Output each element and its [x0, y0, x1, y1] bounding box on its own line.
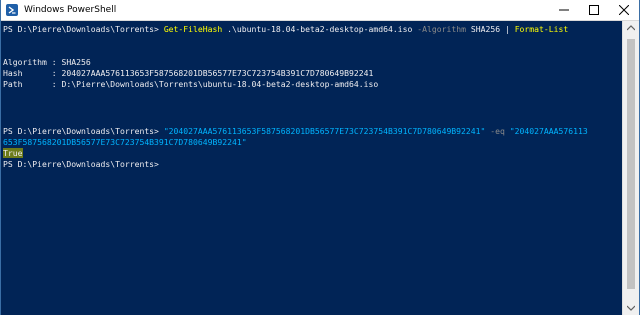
output-hash: Hash : 204027AAA576113653F587568201DB565…: [3, 68, 374, 78]
prompt: PS D:\Pierre\Downloads\Torrents>: [3, 126, 164, 136]
prompt: PS D:\Pierre\Downloads\Torrents>: [3, 24, 164, 34]
title-bar[interactable]: Windows PowerShell: [1, 0, 639, 21]
pipe-cmdlet: Format-List: [514, 24, 569, 34]
cmdlet-name: Get-FileHash: [163, 24, 223, 34]
powershell-window: Windows PowerShell PS D:\Pierre\Download…: [0, 0, 640, 315]
command-line-1: PS D:\Pierre\Downloads\Torrents> Get-Fil…: [3, 24, 568, 35]
final-prompt: PS D:\Pierre\Downloads\Torrents>: [3, 159, 159, 169]
eq-operator: -eq: [485, 126, 510, 136]
parameter-name: -Algorithm: [417, 24, 466, 34]
maximize-icon[interactable]: [579, 0, 609, 20]
console-output[interactable]: PS D:\Pierre\Downloads\Torrents> Get-Fil…: [1, 21, 624, 315]
vertical-scrollbar[interactable]: [622, 21, 639, 315]
output-path: Path : D:\Pierre\Downloads\Torrents\ubun…: [3, 79, 379, 89]
result-line: True: [3, 148, 23, 159]
path-argument: .\ubuntu-18.04-beta2-desktop-amd64.iso: [222, 24, 418, 34]
pipe-operator: |: [504, 24, 515, 34]
scroll-up-icon[interactable]: [623, 21, 639, 35]
command-line-2: PS D:\Pierre\Downloads\Torrents> "204027…: [3, 126, 588, 137]
scrollbar-thumb[interactable]: [627, 39, 635, 289]
output-algorithm: Algorithm : SHA256: [3, 57, 91, 67]
result-true: True: [3, 148, 23, 158]
parameter-value: SHA256: [465, 24, 505, 34]
minimize-icon[interactable]: [549, 0, 579, 20]
close-icon[interactable]: [609, 0, 639, 20]
hash-string-2-start: "204027AAA576113: [509, 126, 588, 136]
window-controls: [549, 0, 639, 20]
powershell-icon: [6, 4, 18, 16]
hash-string-2-end: 653F587568201DB56577E73C723754B391C7D780…: [3, 137, 247, 147]
scroll-down-icon[interactable]: [623, 301, 639, 315]
hash-string-1: "204027AAA576113653F587568201DB56577E73C…: [163, 126, 486, 136]
window-title: Windows PowerShell: [24, 5, 117, 15]
